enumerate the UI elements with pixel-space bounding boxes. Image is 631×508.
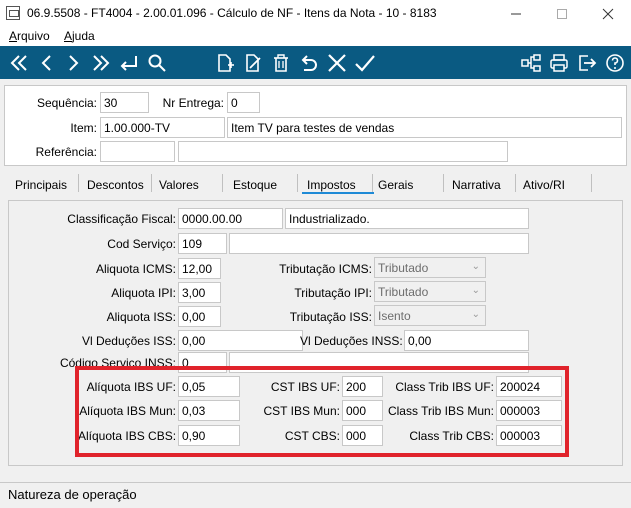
aliquota-ipi-label: Aliquota IPI: (111, 286, 176, 300)
tab-separator (372, 174, 373, 192)
tab-separator (78, 174, 79, 192)
enter-icon (120, 55, 137, 71)
last-icon (93, 54, 110, 71)
nr-entrega-field[interactable]: 0 (227, 92, 260, 113)
delete-icon (274, 53, 288, 72)
next-icon (69, 54, 79, 71)
app-icon (6, 6, 20, 20)
tab-narrativa[interactable]: Narrativa (452, 178, 501, 192)
undo-icon (301, 54, 317, 71)
deducoes-iss-label: Vl Deduções ISS: (81, 334, 176, 348)
tab-separator (591, 174, 592, 192)
exit-icon (579, 54, 597, 71)
maximize-icon (557, 8, 567, 19)
help-icon (606, 53, 624, 72)
classificacao-fiscal-label: Classificação Fiscal: (67, 212, 176, 226)
cod-servico-label: Cod Serviço: (107, 237, 176, 251)
referencia-label: Referência: (35, 145, 97, 159)
chevron-down-icon: ⌄ (471, 261, 480, 272)
aliquota-icms-label: Aliquota ICMS: (95, 262, 176, 276)
tributacao-ipi-label: Tributação IPI: (294, 286, 372, 300)
deducoes-inss-field[interactable]: 0,00 (404, 330, 529, 351)
status-text: Natureza de operação (8, 487, 137, 502)
referencia-description-field[interactable] (178, 141, 508, 162)
tab-estoque[interactable]: Estoque (233, 178, 277, 192)
tab-ativo-ri[interactable]: Ativo/RI (523, 178, 565, 192)
search-button[interactable] (144, 46, 170, 79)
window-title: 06.9.5508 - FT4004 - 2.00.01.096 - Cálcu… (27, 6, 437, 20)
tab-impostos[interactable]: Impostos (307, 178, 356, 192)
confirm-icon (355, 54, 375, 72)
tab-separator (222, 174, 223, 192)
enter-button[interactable] (116, 46, 142, 79)
referencia-code-field[interactable] (100, 141, 175, 162)
classificacao-fiscal-field[interactable]: 0000.00.00 (178, 208, 283, 229)
menu-arquivo[interactable]: Arquivo (9, 29, 50, 43)
print-icon (550, 53, 568, 72)
tributacao-ipi-value: Tributado (378, 285, 429, 299)
aliquota-icms-field[interactable]: 12,00 (178, 258, 221, 279)
tab-principais[interactable]: Principais (15, 178, 67, 192)
tab-separator (151, 174, 152, 192)
delete-button[interactable] (268, 46, 294, 79)
maximize-button[interactable] (539, 0, 585, 27)
new-document-icon (218, 53, 234, 72)
tree-button[interactable] (518, 46, 544, 79)
cod-servico-description[interactable] (229, 233, 529, 254)
tab-separator (515, 174, 516, 192)
minimize-button[interactable] (493, 0, 539, 27)
tributacao-iss-label: Tributação ISS: (289, 310, 372, 324)
tab-separator (443, 174, 444, 192)
aliquota-iss-label: Aliquota ISS: (106, 310, 176, 324)
aliquota-ipi-field[interactable]: 3,00 (178, 282, 221, 303)
tributacao-iss-value: Isento (378, 309, 411, 323)
tab-separator (297, 174, 298, 192)
edit-button[interactable] (240, 46, 266, 79)
aliquota-iss-field[interactable]: 0,00 (178, 306, 221, 327)
menu-ajuda[interactable]: Ajuda (64, 29, 95, 43)
chevron-down-icon: ⌄ (471, 285, 480, 296)
cancel-icon (328, 53, 346, 72)
help-button[interactable] (602, 46, 628, 79)
first-icon (10, 54, 27, 71)
tributacao-icms-select[interactable]: Tributado ⌄ (374, 257, 486, 278)
confirm-button[interactable] (352, 46, 378, 79)
print-button[interactable] (546, 46, 572, 79)
highlight-box (75, 366, 569, 457)
deducoes-inss-label: Vl Deduções INSS: (300, 334, 403, 348)
classificacao-fiscal-description[interactable]: Industrializado. (285, 208, 529, 229)
item-label: Item: (70, 121, 97, 135)
tributacao-iss-select[interactable]: Isento ⌄ (374, 305, 486, 326)
close-icon (602, 8, 614, 19)
tributacao-icms-value: Tributado (378, 261, 429, 275)
cancel-button[interactable] (324, 46, 350, 79)
item-code-field[interactable]: 1.00.000-TV (100, 117, 225, 138)
minimize-icon (511, 13, 521, 14)
prev-record-button[interactable] (34, 46, 60, 79)
sequencia-label: Sequência: (36, 96, 97, 110)
tab-valores[interactable]: Valores (159, 178, 199, 192)
next-record-button[interactable] (60, 46, 86, 79)
nr-entrega-label: Nr Entrega: (162, 96, 224, 110)
cod-servico-field[interactable]: 109 (178, 233, 227, 254)
close-button[interactable] (585, 0, 631, 27)
item-description-field[interactable]: Item TV para testes de vendas (227, 117, 622, 138)
tree-icon (521, 53, 541, 72)
deducoes-iss-field[interactable]: 0,00 (178, 330, 303, 351)
first-record-button[interactable] (6, 46, 32, 79)
exit-button[interactable] (574, 46, 600, 79)
last-record-button[interactable] (88, 46, 114, 79)
sequencia-field[interactable]: 30 (100, 92, 149, 113)
undo-button[interactable] (296, 46, 322, 79)
tributacao-icms-label: Tributação ICMS: (279, 262, 372, 276)
active-tab-indicator (302, 192, 374, 194)
tributacao-ipi-select[interactable]: Tributado ⌄ (374, 281, 486, 302)
prev-icon (41, 54, 51, 71)
edit-document-icon (246, 53, 261, 72)
chevron-down-icon: ⌄ (471, 309, 480, 320)
new-button[interactable] (212, 46, 238, 79)
tab-descontos[interactable]: Descontos (87, 178, 144, 192)
tab-gerais[interactable]: Gerais (378, 178, 413, 192)
search-icon (148, 54, 166, 72)
